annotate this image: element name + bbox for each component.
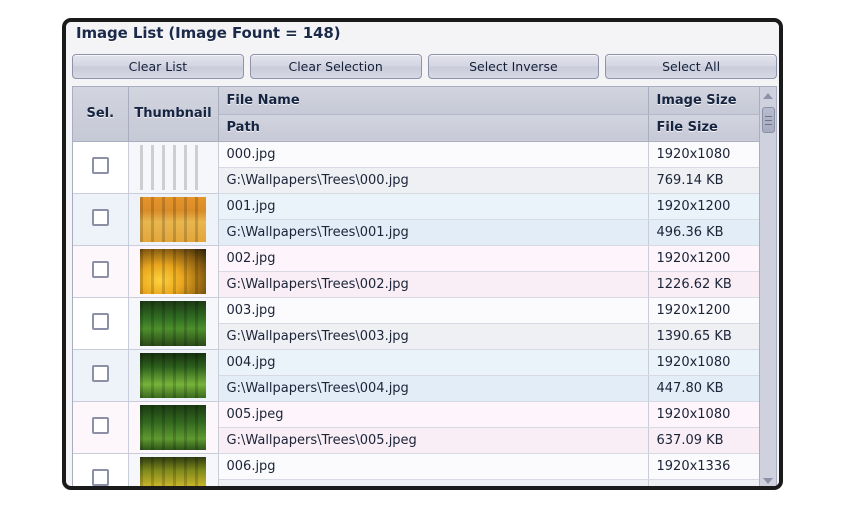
cell-path — [218, 479, 649, 486]
cell-file-size: 496.36 KB — [648, 219, 759, 246]
table-row[interactable]: 001.jpg 1920x1200 — [73, 193, 759, 246]
table-row[interactable]: 003.jpg 1920x1200 — [73, 297, 759, 350]
page-title: Image List (Image Fount = 148) — [76, 24, 341, 42]
image-list-grid[interactable]: Sel. Thumbnail File Name Image Size Path… — [72, 86, 777, 486]
row-select-cell[interactable] — [73, 453, 129, 486]
row-thumbnail-cell[interactable] — [128, 453, 219, 486]
row-thumbnail-cell[interactable] — [128, 245, 219, 298]
table-row[interactable]: 002.jpg 1920x1200 — [73, 245, 759, 298]
select-all-button[interactable]: Select All — [605, 54, 777, 79]
row-thumbnail-cell[interactable] — [128, 193, 219, 246]
thumbnail-image — [140, 248, 206, 294]
cell-file-size — [648, 479, 759, 486]
table-header: Sel. Thumbnail File Name Image Size Path… — [73, 87, 759, 142]
cell-path: G:\Wallpapers\Trees\002.jpg — [218, 271, 649, 298]
scrollbar-thumb[interactable] — [762, 107, 775, 133]
cell-image-size: 1920x1200 — [648, 193, 759, 220]
select-inverse-button[interactable]: Select Inverse — [427, 54, 600, 79]
cell-image-size: 1920x1200 — [648, 297, 759, 324]
table-body: 000.jpg 1920x1080 G:\Wallpapers\Trees\000.… — [73, 141, 759, 486]
row-thumbnail-cell[interactable] — [128, 297, 219, 350]
cell-file-name: 003.jpg — [218, 297, 649, 324]
cell-file-name: 006.jpg — [218, 453, 649, 480]
thumbnail-image — [140, 144, 206, 190]
thumbnail-image — [140, 456, 206, 486]
row-checkbox[interactable] — [91, 260, 109, 278]
cell-image-size: 1920x1080 — [648, 401, 759, 428]
scrollbar-grip-icon — [765, 116, 772, 125]
row-checkbox[interactable] — [91, 208, 109, 226]
cell-image-size: 1920x1336 — [648, 453, 759, 480]
cell-file-size: 769.14 KB — [648, 167, 759, 194]
cell-file-size: 1390.65 KB — [648, 323, 759, 350]
scroll-up-arrow-icon[interactable] — [760, 87, 776, 104]
column-header-file-size[interactable]: File Size — [648, 114, 759, 142]
column-header-path[interactable]: Path — [218, 114, 649, 142]
thumbnail-image — [140, 352, 206, 398]
cell-path: G:\Wallpapers\Trees\001.jpg — [218, 219, 649, 246]
row-thumbnail-cell[interactable] — [128, 141, 219, 194]
row-checkbox[interactable] — [91, 468, 109, 486]
row-select-cell[interactable] — [73, 245, 129, 298]
clear-list-button[interactable]: Clear List — [72, 54, 244, 79]
cell-path: G:\Wallpapers\Trees\005.jpeg — [218, 427, 649, 454]
row-checkbox[interactable] — [91, 416, 109, 434]
table-row[interactable]: 000.jpg 1920x1080 — [73, 141, 759, 194]
row-checkbox[interactable] — [91, 312, 109, 330]
clear-selection-button[interactable]: Clear Selection — [249, 54, 422, 79]
row-select-cell[interactable] — [73, 193, 129, 246]
cell-file-size: 447.80 KB — [648, 375, 759, 402]
scroll-down-arrow-icon[interactable] — [760, 472, 776, 486]
row-select-cell[interactable] — [73, 401, 129, 454]
table-row[interactable]: 005.jpeg 1920x1080 — [73, 401, 759, 454]
image-table: Sel. Thumbnail File Name Image Size Path… — [73, 87, 759, 486]
cell-file-name: 005.jpeg — [218, 401, 649, 428]
image-list-groupbox: Image List (Image Fount = 148) Clear Lis… — [62, 18, 783, 490]
table-row[interactable]: 004.jpg 1920x1080 — [73, 349, 759, 402]
header-row-1: Sel. Thumbnail File Name Image Size — [73, 87, 759, 142]
row-select-cell[interactable] — [73, 297, 129, 350]
thumbnail-image — [140, 196, 206, 242]
cell-file-name: 000.jpg — [218, 141, 649, 168]
grid-viewport: Sel. Thumbnail File Name Image Size Path… — [73, 87, 759, 486]
cell-image-size: 1920x1200 — [648, 245, 759, 272]
cell-file-name: 002.jpg — [218, 245, 649, 272]
row-checkbox[interactable] — [91, 364, 109, 382]
cell-file-size: 637.09 KB — [648, 427, 759, 454]
screen: Image List (Image Fount = 148) Clear Lis… — [0, 0, 845, 526]
cell-path: G:\Wallpapers\Trees\000.jpg — [218, 167, 649, 194]
toolbar: Clear List Clear Selection Select Invers… — [72, 54, 777, 79]
cell-file-name: 001.jpg — [218, 193, 649, 220]
groupbox-inner: Image List (Image Fount = 148) Clear Lis… — [66, 22, 779, 486]
row-checkbox[interactable] — [91, 156, 109, 174]
cell-image-size: 1920x1080 — [648, 141, 759, 168]
row-select-cell[interactable] — [73, 349, 129, 402]
column-header-file-name[interactable]: File Name — [218, 87, 649, 115]
row-select-cell[interactable] — [73, 141, 129, 194]
column-header-sel[interactable]: Sel. — [73, 87, 129, 142]
table-row[interactable]: 006.jpg 1920x1336 — [73, 453, 759, 486]
cell-path: G:\Wallpapers\Trees\004.jpg — [218, 375, 649, 402]
thumbnail-image — [140, 404, 206, 450]
cell-image-size: 1920x1080 — [648, 349, 759, 376]
thumbnail-image — [140, 300, 206, 346]
row-thumbnail-cell[interactable] — [128, 349, 219, 402]
vertical-scrollbar[interactable] — [759, 87, 776, 486]
row-thumbnail-cell[interactable] — [128, 401, 219, 454]
column-header-image-size[interactable]: Image Size — [648, 87, 759, 115]
cell-file-name: 004.jpg — [218, 349, 649, 376]
cell-path: G:\Wallpapers\Trees\003.jpg — [218, 323, 649, 350]
cell-file-size: 1226.62 KB — [648, 271, 759, 298]
column-header-thumbnail[interactable]: Thumbnail — [128, 87, 219, 142]
